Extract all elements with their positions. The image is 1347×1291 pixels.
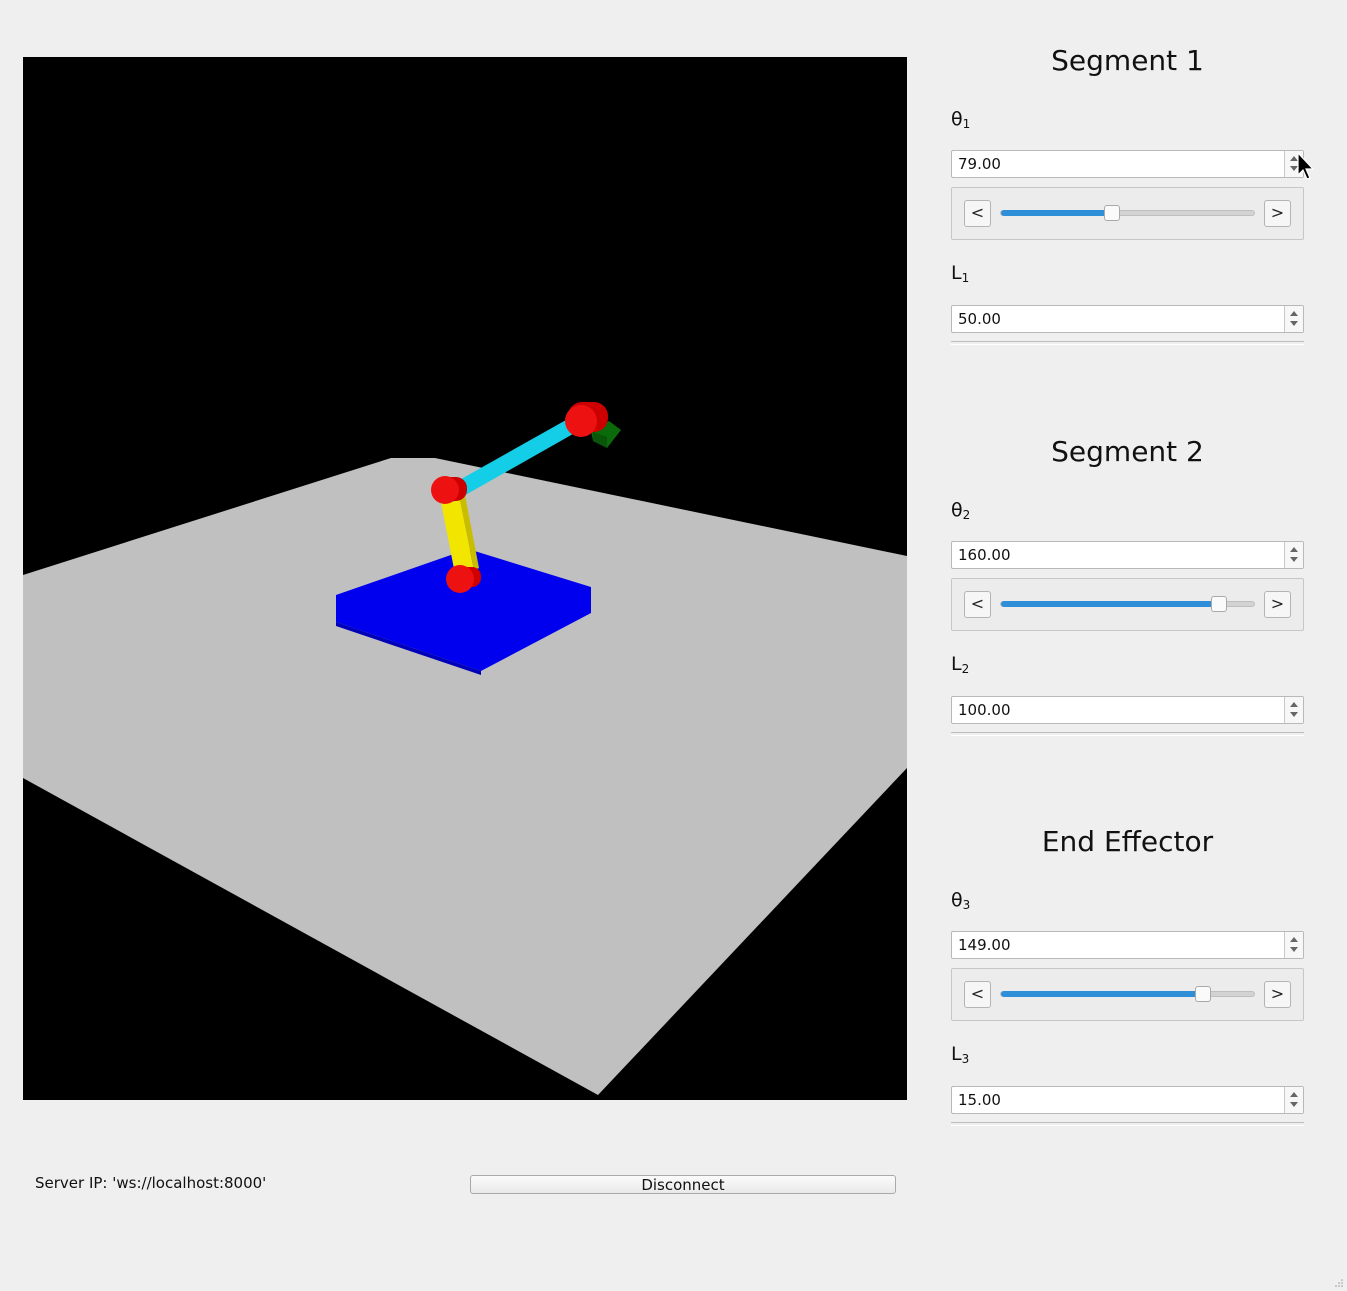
theta-3-index: 3 xyxy=(962,898,971,912)
spin-up-icon[interactable] xyxy=(1290,937,1298,942)
length-1-value[interactable]: 50.00 xyxy=(958,310,1001,328)
length-1-label: L1 xyxy=(951,262,969,289)
length-1-index: 1 xyxy=(961,271,970,285)
length-2-spinbox[interactable]: 100.00 xyxy=(951,696,1304,724)
segment-2-divider xyxy=(951,732,1304,736)
theta-1-slider[interactable] xyxy=(1000,205,1255,221)
length-2-label: L2 xyxy=(951,653,969,680)
length-3-spinbox[interactable]: 15.00 xyxy=(951,1086,1304,1114)
disconnect-button[interactable]: Disconnect xyxy=(470,1175,896,1194)
theta-2-spin-arrows[interactable] xyxy=(1284,542,1303,568)
theta-3-symbol: θ xyxy=(951,889,963,911)
theta-2-slider-handle[interactable] xyxy=(1210,596,1227,612)
theta-2-spinbox[interactable]: 160.00 xyxy=(951,541,1304,569)
length-3-index: 3 xyxy=(961,1052,970,1066)
length-3-label: L3 xyxy=(951,1043,969,1070)
theta-2-index: 2 xyxy=(962,508,971,522)
theta-3-spin-arrows[interactable] xyxy=(1284,932,1303,958)
length-1-spinbox[interactable]: 50.00 xyxy=(951,305,1304,333)
theta-2-slider-group: < > xyxy=(951,578,1304,631)
spin-down-icon[interactable] xyxy=(1290,1102,1298,1107)
spin-up-icon[interactable] xyxy=(1290,702,1298,707)
theta-3-label: θ3 xyxy=(951,889,970,916)
theta-1-decrement-button[interactable]: < xyxy=(964,200,991,227)
segment-1-divider xyxy=(951,341,1304,345)
end-effector-title: End Effector xyxy=(1041,825,1214,858)
theta-1-slider-fill xyxy=(1001,210,1113,216)
theta-2-slider-fill xyxy=(1001,601,1219,607)
length-1-symbol: L xyxy=(951,262,962,284)
theta-3-slider[interactable] xyxy=(1000,986,1255,1002)
segment-2-title: Segment 2 xyxy=(1051,435,1204,468)
theta-1-spinbox[interactable]: 79.00 xyxy=(951,150,1304,178)
theta-3-slider-handle[interactable] xyxy=(1195,986,1212,1002)
spin-down-icon[interactable] xyxy=(1290,712,1298,717)
theta-1-index: 1 xyxy=(962,117,971,131)
mouse-cursor-icon xyxy=(1297,152,1315,180)
length-2-symbol: L xyxy=(951,653,962,675)
spin-down-icon[interactable] xyxy=(1290,947,1298,952)
server-ip-label: Server IP: 'ws://localhost:8000' xyxy=(35,1174,267,1192)
spin-up-icon[interactable] xyxy=(1290,311,1298,316)
theta-1-symbol: θ xyxy=(951,108,963,130)
theta-2-label: θ2 xyxy=(951,499,970,526)
segment-1-title: Segment 1 xyxy=(1051,44,1204,77)
theta-3-value[interactable]: 149.00 xyxy=(958,936,1011,954)
theta-3-slider-fill xyxy=(1001,991,1204,997)
resize-grip-icon[interactable] xyxy=(1334,1278,1344,1288)
length-2-spin-arrows[interactable] xyxy=(1284,697,1303,723)
theta-3-decrement-button[interactable]: < xyxy=(964,981,991,1008)
theta-3-spinbox[interactable]: 149.00 xyxy=(951,931,1304,959)
length-2-value[interactable]: 100.00 xyxy=(958,701,1011,719)
theta-2-slider[interactable] xyxy=(1000,596,1255,612)
theta-2-decrement-button[interactable]: < xyxy=(964,591,991,618)
end-effector-divider xyxy=(951,1122,1304,1126)
theta-1-value[interactable]: 79.00 xyxy=(958,155,1001,173)
theta-2-symbol: θ xyxy=(951,499,963,521)
theta-1-slider-handle[interactable] xyxy=(1104,205,1121,221)
length-1-spin-arrows[interactable] xyxy=(1284,306,1303,332)
spin-down-icon[interactable] xyxy=(1290,557,1298,562)
spin-up-icon[interactable] xyxy=(1290,1092,1298,1097)
theta-1-slider-group: < > xyxy=(951,187,1304,240)
spin-up-icon[interactable] xyxy=(1290,547,1298,552)
length-3-value[interactable]: 15.00 xyxy=(958,1091,1001,1109)
theta-1-label: θ1 xyxy=(951,108,970,135)
theta-3-increment-button[interactable]: > xyxy=(1264,981,1291,1008)
scene-viewport[interactable] xyxy=(23,57,907,1100)
spin-down-icon[interactable] xyxy=(1290,321,1298,326)
length-3-spin-arrows[interactable] xyxy=(1284,1087,1303,1113)
theta-2-increment-button[interactable]: > xyxy=(1264,591,1291,618)
length-2-index: 2 xyxy=(961,662,970,676)
theta-2-value[interactable]: 160.00 xyxy=(958,546,1011,564)
theta-1-increment-button[interactable]: > xyxy=(1264,200,1291,227)
length-3-symbol: L xyxy=(951,1043,962,1065)
theta-3-slider-group: < > xyxy=(951,968,1304,1021)
